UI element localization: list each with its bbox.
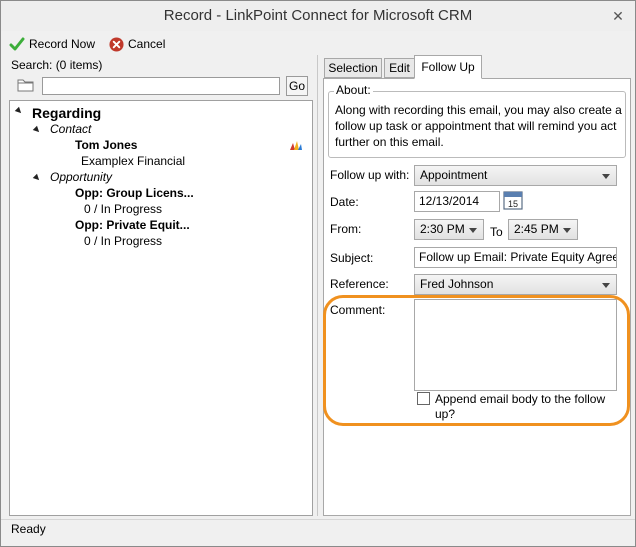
- tree-opp1-status: 0 / In Progress: [84, 202, 163, 216]
- tree-opp2-status: 0 / In Progress: [84, 234, 163, 248]
- append-body-checkbox[interactable]: [417, 392, 430, 405]
- tree-contact-company: Examplex Financial: [81, 154, 186, 168]
- search-label: Search: (0 items): [11, 58, 103, 72]
- tree-contact-group[interactable]: Contact: [50, 122, 91, 136]
- expand-contact-icon[interactable]: [32, 125, 42, 135]
- reference-value: Fred Johnson: [420, 277, 494, 291]
- date-label: Date:: [330, 195, 359, 209]
- tree-opp2-name[interactable]: Opp: Private Equit...: [75, 218, 190, 232]
- cancel-button[interactable]: Cancel: [109, 35, 165, 53]
- append-body-label[interactable]: Append email body to the follow up?: [435, 392, 615, 422]
- go-button[interactable]: Go: [286, 76, 308, 96]
- from-time-select[interactable]: 2:30 PM: [414, 219, 484, 240]
- crm-icon: [290, 141, 302, 150]
- follow-up-with-label: Follow up with:: [330, 168, 410, 182]
- tab-follow-up[interactable]: Follow Up: [414, 55, 482, 79]
- close-button[interactable]: ✕: [609, 7, 627, 25]
- expand-opportunity-icon[interactable]: [32, 173, 42, 183]
- to-time-select[interactable]: 2:45 PM: [508, 219, 578, 240]
- folder-icon[interactable]: [17, 78, 35, 92]
- from-label: From:: [330, 222, 362, 236]
- calendar-icon[interactable]: 15: [503, 190, 523, 210]
- comment-label: Comment:: [330, 303, 386, 317]
- status-bar-divider: [1, 519, 635, 520]
- about-text: Along with recording this email, you may…: [335, 103, 622, 149]
- title-bar: Record - LinkPoint Connect for Microsoft…: [1, 1, 635, 31]
- expand-regarding-icon[interactable]: [14, 106, 24, 116]
- tab-selection[interactable]: Selection: [324, 58, 382, 78]
- reference-select[interactable]: Fred Johnson: [414, 274, 617, 295]
- subject-field[interactable]: Follow up Email: Private Equity Agreemen…: [414, 247, 617, 268]
- record-now-label: Record Now: [29, 37, 96, 51]
- subject-label: Subject:: [330, 251, 374, 265]
- date-field[interactable]: 12/13/2014: [414, 191, 500, 212]
- status-text: Ready: [11, 522, 46, 536]
- follow-up-with-value: Appointment: [420, 168, 488, 182]
- tree-opportunity-group[interactable]: Opportunity: [50, 170, 112, 184]
- record-window: Record - LinkPoint Connect for Microsoft…: [0, 0, 636, 547]
- reference-label: Reference:: [330, 277, 389, 291]
- comment-field[interactable]: [414, 299, 617, 391]
- window-title: Record - LinkPoint Connect for Microsoft…: [163, 7, 473, 24]
- tree-opp1-name[interactable]: Opp: Group Licens...: [75, 186, 194, 200]
- record-now-button[interactable]: Record Now: [9, 35, 95, 53]
- regarding-tree: Regarding Contact Tom Jones Examplex Fin…: [9, 100, 313, 516]
- to-time-value: 2:45 PM: [514, 222, 559, 236]
- about-title: About:: [334, 83, 373, 97]
- cancel-icon: [109, 36, 124, 52]
- chevron-down-icon: [469, 228, 477, 233]
- cancel-label: Cancel: [128, 37, 166, 51]
- chevron-down-icon: [602, 174, 610, 179]
- follow-up-with-select[interactable]: Appointment: [414, 165, 617, 186]
- pane-splitter[interactable]: [317, 55, 318, 516]
- checkmark-icon: [9, 37, 25, 51]
- to-label: To: [490, 225, 503, 239]
- tab-edit[interactable]: Edit: [384, 58, 415, 78]
- tree-regarding[interactable]: Regarding: [32, 105, 101, 121]
- chevron-down-icon: [563, 228, 571, 233]
- search-input[interactable]: [42, 77, 280, 95]
- chevron-down-icon: [602, 283, 610, 288]
- calendar-day: 15: [508, 199, 518, 209]
- from-time-value: 2:30 PM: [420, 222, 465, 236]
- tree-contact-name[interactable]: Tom Jones: [75, 138, 137, 152]
